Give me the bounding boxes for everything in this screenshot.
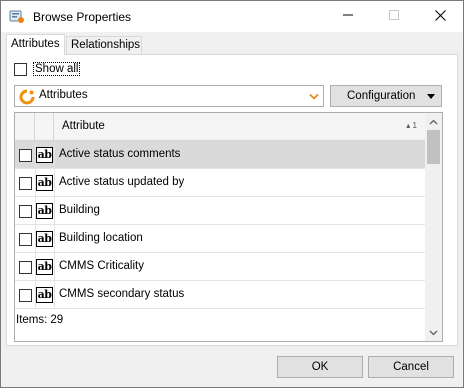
table-row[interactable]: ab Active status comments	[15, 141, 425, 169]
dropdown-arrow-icon	[427, 94, 435, 99]
header-attribute-column[interactable]: Attribute ▴ 1	[54, 113, 425, 141]
tab-relationships-label: Relationships	[71, 39, 141, 51]
row-checkbox[interactable]	[19, 289, 32, 302]
row-checkbox[interactable]	[19, 149, 32, 162]
text-attribute-icon: ab	[36, 287, 53, 303]
attributes-source-icon	[19, 89, 35, 105]
row-label: Active status comments	[59, 148, 181, 160]
minimize-icon	[343, 10, 353, 23]
source-select-value: Attributes	[39, 89, 88, 101]
sort-order: 1	[412, 121, 417, 130]
row-checkbox[interactable]	[19, 261, 32, 274]
text-attribute-icon: ab	[36, 231, 53, 247]
scroll-down-button[interactable]	[425, 324, 442, 341]
cancel-button[interactable]: Cancel	[368, 356, 454, 378]
window-title: Browse Properties	[33, 10, 132, 24]
maximize-button[interactable]	[371, 1, 417, 32]
table-row[interactable]: ab CMMS Criticality	[15, 253, 425, 281]
close-icon	[434, 9, 446, 24]
scroll-up-button[interactable]	[425, 113, 442, 130]
close-button[interactable]	[417, 1, 463, 32]
row-checkbox[interactable]	[19, 233, 32, 246]
configuration-button-label: Configuration	[347, 90, 416, 102]
header-type-column[interactable]	[35, 113, 54, 141]
text-attribute-icon: ab	[36, 259, 53, 275]
chevron-up-icon	[429, 116, 438, 128]
properties-app-icon	[9, 8, 25, 24]
grid-header: Attribute ▴ 1	[15, 113, 425, 141]
header-attribute-label: Attribute	[62, 120, 105, 132]
row-label: CMMS Criticality	[59, 260, 144, 272]
attributes-tab-panel: Show all Attributes Configuration Attrib…	[6, 54, 458, 346]
configuration-button[interactable]: Configuration	[330, 85, 442, 107]
grid-rows: ab Active status comments ab Active stat…	[15, 141, 425, 309]
row-label: Building location	[59, 232, 143, 244]
show-all-checkbox[interactable]	[14, 63, 27, 76]
tab-attributes-label: Attributes	[11, 38, 60, 50]
text-attribute-icon: ab	[36, 203, 53, 219]
row-label: Building	[59, 204, 100, 216]
browse-properties-dialog: Browse Properties Attributes Relationshi…	[0, 0, 464, 388]
source-select[interactable]: Attributes	[14, 85, 324, 107]
minimize-button[interactable]	[325, 1, 371, 32]
row-label: CMMS secondary status	[59, 288, 185, 300]
text-attribute-icon: ab	[36, 175, 53, 191]
row-checkbox[interactable]	[19, 177, 32, 190]
row-checkbox[interactable]	[19, 205, 32, 218]
items-label: Items:	[16, 314, 48, 326]
chevron-down-icon	[309, 92, 319, 100]
ok-button[interactable]: OK	[277, 356, 363, 378]
show-all-label[interactable]: Show all	[33, 62, 81, 76]
row-label: Active status updated by	[59, 176, 185, 188]
chevron-down-icon	[429, 327, 438, 339]
table-row[interactable]: ab Building	[15, 197, 425, 225]
table-row[interactable]: ab Active status updated by	[15, 169, 425, 197]
scroll-thumb[interactable]	[427, 130, 440, 164]
tab-attributes[interactable]: Attributes	[6, 34, 65, 55]
table-row[interactable]: ab Building location	[15, 225, 425, 253]
attribute-grid: Attribute ▴ 1 ab Active status comments …	[14, 112, 443, 342]
text-attribute-icon: ab	[36, 147, 53, 163]
items-value: 29	[50, 314, 64, 326]
tab-relationships[interactable]: Relationships	[66, 36, 142, 54]
maximize-icon	[389, 10, 399, 23]
table-row[interactable]: ab CMMS secondary status	[15, 281, 425, 309]
title-bar[interactable]: Browse Properties	[1, 1, 463, 32]
header-checkbox-column[interactable]	[15, 113, 35, 141]
vertical-scrollbar[interactable]	[425, 113, 442, 341]
items-count: Items: 29	[16, 314, 63, 326]
sort-indicator: ▴ 1	[406, 121, 417, 130]
